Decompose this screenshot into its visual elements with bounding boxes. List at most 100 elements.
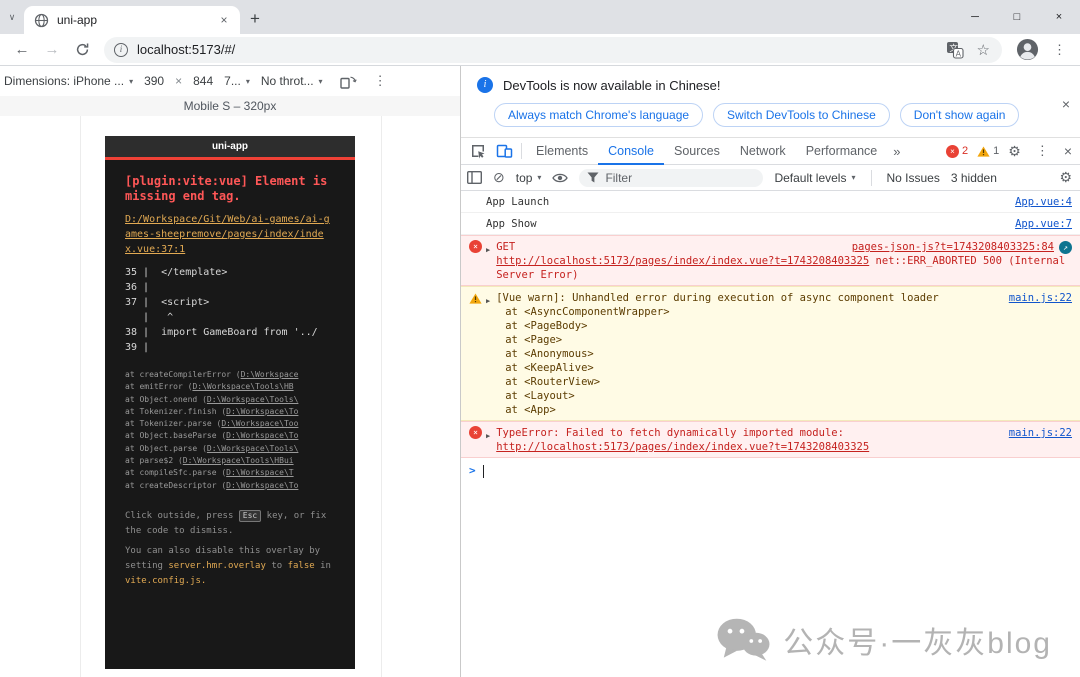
forward-icon[interactable]: →: [38, 36, 66, 64]
browser-menu-icon[interactable]: ⋮: [1047, 42, 1072, 58]
filter-box[interactable]: [579, 169, 763, 187]
expand-arrow-icon[interactable]: ▶: [486, 243, 490, 257]
expand-arrow-icon[interactable]: ▶: [486, 429, 490, 443]
tab-elements[interactable]: Elements: [526, 138, 598, 165]
bookmark-star-icon[interactable]: ☆: [973, 41, 994, 59]
console-warning-row[interactable]: ▶ [Vue warn]: Unhandled error during exe…: [461, 286, 1080, 421]
open-in-network-icon[interactable]: ↗: [1059, 241, 1072, 254]
text-cursor: [483, 465, 484, 478]
device-height-input[interactable]: 844: [193, 74, 213, 88]
watermark-text: 公众号·一灰灰blog: [783, 618, 1052, 662]
devtools-more-icon[interactable]: ⋮: [1030, 143, 1055, 159]
tab-performance[interactable]: Performance: [796, 138, 888, 165]
chevron-down-icon: ▾: [129, 77, 133, 86]
tab-title: uni-app: [57, 13, 208, 27]
window-close-button[interactable]: ×: [1038, 0, 1080, 34]
component-stack-line: at <Anonymous>: [496, 347, 1072, 361]
back-icon[interactable]: ←: [8, 36, 36, 64]
expand-arrow-icon[interactable]: ▶: [486, 294, 490, 308]
settings-gear-icon[interactable]: ⚙: [1008, 143, 1021, 160]
tab-close-icon[interactable]: ×: [216, 12, 232, 28]
browser-tab[interactable]: uni-app ×: [24, 6, 240, 34]
warning-count-badge[interactable]: 1: [977, 145, 999, 157]
match-language-button[interactable]: Always match Chrome's language: [494, 103, 703, 127]
source-link[interactable]: main.js:22: [1009, 291, 1072, 305]
code-line: 38 | import GameBoard from '../: [125, 325, 335, 340]
code-line: 36 |: [125, 280, 335, 295]
device-toolbar-toggle-icon[interactable]: [491, 138, 517, 164]
tab-sources[interactable]: Sources: [664, 138, 730, 165]
live-expression-eye-icon[interactable]: [552, 172, 568, 184]
stack-line: at createDescriptor (D:\Workspace\To: [125, 480, 335, 492]
prompt-chevron-icon: >: [469, 464, 476, 478]
maximize-button[interactable]: □: [996, 0, 1038, 34]
console-sidebar-icon[interactable]: [467, 171, 482, 184]
console-prompt[interactable]: >: [461, 458, 1080, 484]
console-log-row[interactable]: App Show App.vue:7: [461, 213, 1080, 235]
network-error-text: http://localhost:5173/pages/index/index.…: [496, 254, 1072, 282]
reload-icon[interactable]: [68, 36, 96, 64]
main-content: Dimensions: iPhone ... ▾ 390 × 844 7... …: [0, 66, 1080, 677]
omnibox[interactable]: i localhost:5173/#/ 文A ☆: [104, 37, 1002, 63]
issues-counter[interactable]: No Issues: [887, 171, 940, 185]
error-icon: ×: [469, 426, 482, 439]
ruler-guide-left: [80, 116, 81, 677]
console-network-error-row[interactable]: × ▶ GET http://localhost:5173/pages/inde…: [461, 235, 1080, 286]
device-screen: uni-app [plugin:vite:vue] Element is mis…: [105, 136, 355, 669]
more-tabs-icon[interactable]: »: [887, 138, 906, 165]
device-width-input[interactable]: 390: [144, 74, 164, 88]
console-log-row[interactable]: App Launch App.vue:4: [461, 191, 1080, 213]
stack-line: at Tokenizer.finish (D:\Workspace\To: [125, 406, 335, 418]
tab-search-chevron-icon[interactable]: ∨: [0, 0, 24, 34]
source-link[interactable]: App.vue:7: [1015, 217, 1072, 231]
warning-icon: [977, 146, 990, 157]
tab-console[interactable]: Console: [598, 138, 664, 165]
infobar-close-icon[interactable]: ×: [1062, 96, 1070, 112]
source-link[interactable]: App.vue:4: [1015, 195, 1072, 209]
tab-network[interactable]: Network: [730, 138, 796, 165]
wechat-icon: [716, 617, 770, 663]
component-stack-line: at <Layout>: [496, 389, 1072, 403]
overlay-file-link[interactable]: D:/Workspace/Git/Web/ai-games/ai-games-s…: [125, 212, 335, 257]
browser-window: ∨ uni-app × + ─ □ × ← → i localhost:5173…: [0, 0, 1080, 677]
overlay-error-message: [plugin:vite:vue] Element is missing end…: [125, 174, 335, 204]
dont-show-again-button[interactable]: Don't show again: [900, 103, 1020, 127]
divider: [521, 143, 522, 159]
console-toolbar: ⊘ top ▾ Default levels ▾ No Issues: [461, 165, 1080, 191]
media-query-bar[interactable]: Mobile S – 320px: [0, 96, 460, 116]
throttling-select[interactable]: No throt... ▾: [261, 74, 323, 88]
new-tab-button[interactable]: +: [240, 6, 270, 34]
switch-to-chinese-button[interactable]: Switch DevTools to Chinese: [713, 103, 890, 127]
device-toolbar-more-icon[interactable]: ⋮: [368, 73, 393, 89]
zoom-select[interactable]: 7... ▾: [224, 74, 250, 88]
translate-icon[interactable]: 文A: [946, 41, 964, 59]
window-controls: ─ □ ×: [954, 0, 1080, 34]
failed-module-url-link[interactable]: http://localhost:5173/pages/index/index.…: [496, 441, 869, 453]
failed-request-url-link[interactable]: http://localhost:5173/pages/index/index.…: [496, 255, 869, 267]
zoom-value: 7...: [224, 74, 241, 88]
chevron-down-icon: ▾: [851, 173, 855, 182]
hidden-messages-count[interactable]: 3 hidden: [951, 171, 997, 185]
log-message: App Show: [486, 218, 537, 230]
log-levels-select[interactable]: Default levels ▾: [774, 171, 855, 185]
javascript-context-select[interactable]: top ▾: [516, 171, 542, 185]
minimize-button[interactable]: ─: [954, 0, 996, 34]
svg-text:A: A: [955, 49, 961, 58]
profile-avatar[interactable]: [1016, 38, 1039, 61]
initiator-source-link[interactable]: pages-json-js?t=1743208403325:84: [852, 240, 1054, 254]
device-type-select[interactable]: Dimensions: iPhone ... ▾: [4, 74, 133, 88]
error-count-badge[interactable]: × 2: [946, 145, 968, 158]
clear-console-icon[interactable]: ⊘: [493, 169, 505, 186]
filter-input[interactable]: [605, 171, 735, 185]
source-link[interactable]: main.js:22: [1009, 426, 1072, 440]
rotate-device-icon[interactable]: [340, 74, 357, 89]
console-settings-gear-icon[interactable]: ⚙: [1059, 169, 1072, 186]
vite-error-overlay[interactable]: [plugin:vite:vue] Element is missing end…: [105, 160, 355, 589]
console-typeerror-row[interactable]: × ▶ TypeError: Failed to fetch dynamical…: [461, 421, 1080, 458]
stack-line: at emitError (D:\Workspace\Tools\HB: [125, 381, 335, 393]
url-text[interactable]: localhost:5173/#/: [137, 42, 937, 57]
inspect-element-icon[interactable]: [465, 138, 491, 164]
site-info-icon[interactable]: i: [114, 43, 128, 57]
devtools-close-icon[interactable]: ×: [1064, 143, 1072, 159]
media-query-label: Mobile S – 320px: [184, 99, 277, 113]
